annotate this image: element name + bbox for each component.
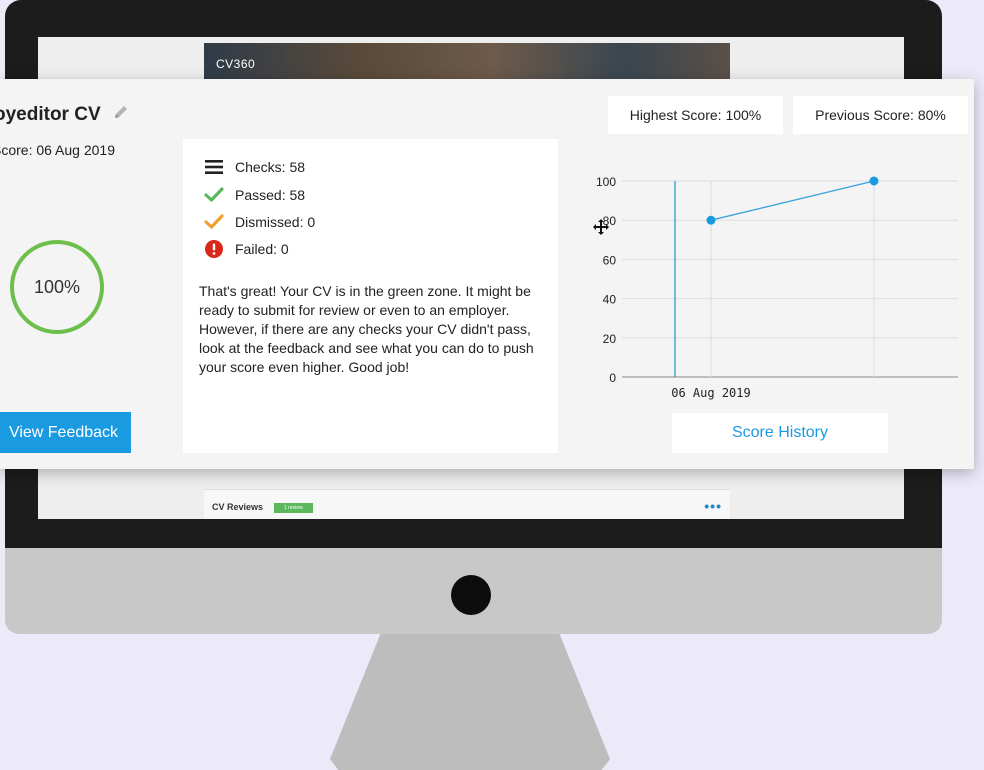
cv-reviews-title: CV Reviews xyxy=(212,502,264,512)
y-tick-label: 40 xyxy=(603,293,617,307)
cv-title: oyeditor CV xyxy=(0,103,130,127)
failed-label: Failed: 0 xyxy=(235,241,289,257)
dismissed-label: Dismissed: 0 xyxy=(235,214,316,230)
data-point xyxy=(706,215,716,225)
dismissed-row: Dismissed: 0 xyxy=(203,212,315,232)
view-feedback-button[interactable]: View Feedback xyxy=(0,412,131,453)
x-tick-label: 06 Aug 2019 xyxy=(671,386,750,400)
score-history-button[interactable]: Score History xyxy=(672,413,888,453)
checks-row: Checks: 58 xyxy=(203,157,305,177)
series-line xyxy=(710,180,875,221)
passed-label: Passed: 58 xyxy=(235,187,306,203)
score-chart: 02040608010006 Aug 2019 xyxy=(596,175,958,400)
passed-row: Passed: 58 xyxy=(203,185,305,205)
list-icon xyxy=(203,157,225,177)
previous-score-badge: Previous Score: 80% xyxy=(793,96,968,134)
move-cursor-icon xyxy=(593,219,609,235)
review-count-badge: 1 review xyxy=(274,503,313,513)
failed-row: Failed: 0 xyxy=(203,239,289,259)
highest-score-badge: Highest Score: 100% xyxy=(608,96,783,134)
y-tick-label: 100 xyxy=(596,175,616,189)
camera-icon xyxy=(451,575,491,615)
data-point xyxy=(869,176,879,186)
y-tick-label: 20 xyxy=(603,332,617,346)
result-message: That's great! Your CV is in the green zo… xyxy=(199,283,534,375)
alert-red-icon xyxy=(203,239,225,259)
cv-score-card: oyeditor CV Score: 06 Aug 2019 100% View… xyxy=(0,79,974,469)
check-orange-icon xyxy=(203,212,225,232)
cv-title-text: oyeditor CV xyxy=(0,104,101,126)
checks-label: Checks: 58 xyxy=(235,159,306,175)
pencil-icon[interactable] xyxy=(112,103,130,127)
score-percent: 100% xyxy=(33,276,81,297)
monitor-stand xyxy=(330,634,610,770)
y-tick-label: 0 xyxy=(609,371,616,385)
checks-panel: Checks: 58 Passed: 58 Dismissed: 0 Faile… xyxy=(183,139,558,453)
y-tick-label: 60 xyxy=(603,253,617,267)
brand-label: CV360 xyxy=(216,57,256,71)
score-date: Score: 06 Aug 2019 xyxy=(0,142,115,158)
cv-reviews-bar: CV Reviews 1 review ••• xyxy=(204,489,730,519)
more-options-icon[interactable]: ••• xyxy=(704,498,722,514)
check-green-icon xyxy=(203,185,225,205)
